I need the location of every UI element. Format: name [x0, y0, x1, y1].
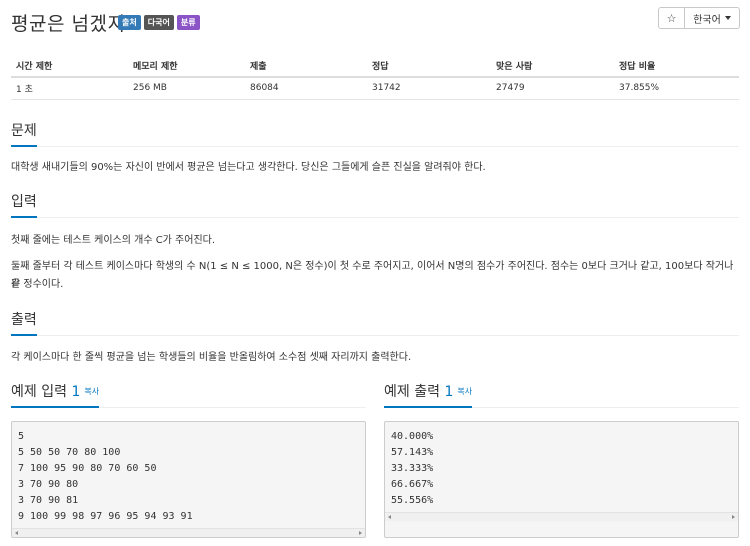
header-submissions: 제출	[245, 55, 367, 78]
sample-output-line: 66.667%	[391, 479, 434, 490]
horizontal-scrollbar[interactable]	[385, 512, 738, 521]
sample-input-label: 예제 입력	[11, 384, 67, 400]
caret-down-icon	[724, 16, 731, 20]
output-heading-label: 출력	[11, 309, 37, 336]
value-submissions: 86084	[245, 77, 367, 100]
copy-sample-input-button[interactable]: 복사	[84, 387, 99, 396]
input-text-3: 은 정수이다.	[11, 279, 64, 290]
problem-title: 평균은 넘겠지	[11, 13, 126, 35]
sample-input-line: 3 70 90 80	[18, 479, 79, 490]
star-icon: ☆	[666, 11, 677, 25]
value-time-limit: 1 초	[11, 77, 128, 100]
header-solved-users: 맞은 사람	[491, 55, 614, 78]
table-header-row: 시간 제한 메모리 제한 제출 정답 맞은 사람 정답 비율	[11, 55, 739, 78]
input-text-1: 첫째 줄에는 테스트 케이스의 개수 C가 주어진다.	[11, 235, 216, 246]
table-row: 1 초 256 MB 86084 31742 27479 37.855%	[11, 77, 739, 100]
scroll-right-icon[interactable]	[359, 531, 362, 535]
sample-output-line: 40.000%	[391, 431, 434, 442]
sample-output-line: 57.143%	[391, 447, 434, 458]
scroll-right-icon[interactable]	[732, 515, 735, 519]
sample-input-box[interactable]: 5 5 50 50 70 80 100 7 100 95 90 80 70 60…	[11, 421, 366, 538]
sample-output-title: 예제 출력 1 복사	[384, 381, 473, 408]
value-accept-ratio: 37.855%	[614, 77, 739, 100]
header-controls: ☆ 한국어	[658, 7, 740, 29]
value-solved-users: 27479	[491, 77, 614, 100]
sample-input-line: 7 100 95 90 80 70 60 50	[18, 463, 157, 474]
problem-info-table: 시간 제한 메모리 제한 제출 정답 맞은 사람 정답 비율 1 초 256 M…	[11, 55, 739, 100]
description-heading: 문제	[11, 120, 739, 147]
sample-input-line: 5	[18, 431, 25, 442]
value-accepted: 31742	[367, 77, 491, 100]
sample-output-label: 예제 출력	[384, 384, 440, 400]
output-text: 각 케이스마다 한 줄씩 평균을 넘는 학생들의 비율을 반올림하여 소수점 셋…	[11, 352, 412, 363]
language-dropdown[interactable]: 한국어	[685, 8, 739, 28]
sample-output-box[interactable]: 40.000% 57.143% 33.333% 66.667% 55.556%	[384, 421, 739, 538]
sample-output-heading: 예제 출력 1 복사	[384, 381, 739, 408]
sample-input-line: 9 100 99 98 97 96 95 94 93 91	[18, 511, 193, 522]
header-time-limit: 시간 제한	[11, 55, 128, 78]
input-heading: 입력	[11, 191, 739, 218]
header-accepted: 정답	[367, 55, 491, 78]
copy-sample-output-button[interactable]: 복사	[457, 387, 472, 396]
description-text: 대학생 새내기들의 90%는 자신이 반에서 평균은 넘는다고 생각한다. 당신…	[11, 162, 486, 173]
badge-source[interactable]: 출처	[118, 15, 141, 30]
sample-input-title: 예제 입력 1 복사	[11, 381, 100, 408]
sample-output-line: 55.556%	[391, 495, 434, 506]
language-label: 한국어	[693, 14, 721, 26]
scroll-left-icon[interactable]	[15, 531, 18, 535]
header-accept-ratio: 정답 비율	[614, 55, 739, 78]
sample-input-heading: 예제 입력 1 복사	[11, 381, 366, 408]
favorite-button[interactable]: ☆	[659, 8, 685, 28]
horizontal-scrollbar[interactable]	[12, 528, 365, 537]
badge-multilang[interactable]: 다국어	[143, 15, 174, 30]
sample-input-line: 3 70 90 81	[18, 495, 79, 506]
problem-badges: 출처 다국어 분류	[118, 15, 200, 30]
sample-output-line: 33.333%	[391, 463, 434, 474]
sample-output-number: 1	[444, 384, 454, 400]
header-memory-limit: 메모리 제한	[128, 55, 245, 78]
input-heading-label: 입력	[11, 191, 37, 218]
sample-input-line: 5 50 50 70 80 100	[18, 447, 121, 458]
value-memory-limit: 256 MB	[128, 77, 245, 100]
scroll-left-icon[interactable]	[388, 515, 391, 519]
sample-input-number: 1	[71, 384, 81, 400]
description-heading-label: 문제	[11, 120, 37, 147]
badge-category[interactable]: 분류	[176, 15, 200, 30]
problem-header: 평균은 넘겠지 출처 다국어 분류 ☆ 한국어	[11, 6, 740, 40]
output-heading: 출력	[11, 309, 739, 336]
